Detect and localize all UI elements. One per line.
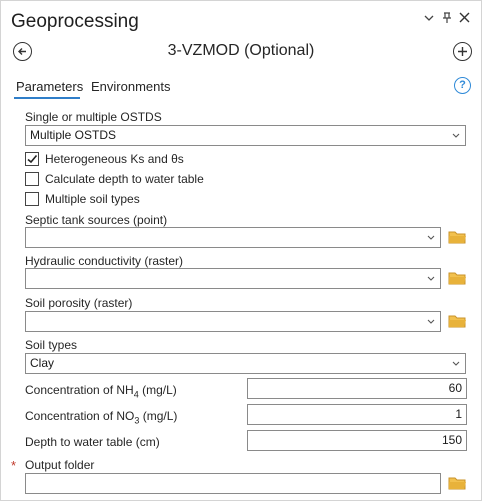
calculate-depth-label: Calculate depth to water table — [45, 172, 204, 186]
multiple-soil-label: Multiple soil types — [45, 192, 140, 206]
soil-types-dropdown[interactable]: Clay — [25, 353, 466, 374]
heterogeneous-checkbox[interactable] — [25, 152, 39, 166]
pin-icon[interactable] — [442, 12, 452, 27]
soil-types-value: Clay — [30, 356, 55, 370]
required-marker: * — [11, 458, 17, 473]
active-tab-indicator — [14, 97, 80, 99]
porosity-label: Soil porosity (raster) — [25, 296, 133, 310]
porosity-input[interactable] — [25, 311, 441, 332]
nh4-label: Concentration of NH4 (mg/L) — [25, 383, 177, 400]
add-icon[interactable] — [453, 42, 472, 61]
chevron-down-icon — [427, 228, 435, 254]
septic-label: Septic tank sources (point) — [25, 213, 168, 227]
nh4-input[interactable]: 60 — [247, 378, 467, 399]
pane-title: Geoprocessing — [11, 11, 139, 32]
septic-input[interactable] — [25, 227, 441, 248]
folder-icon[interactable] — [448, 271, 467, 286]
chevron-down-icon — [427, 269, 435, 295]
folder-icon[interactable] — [448, 230, 467, 245]
tab-parameters[interactable]: Parameters — [16, 79, 83, 94]
chevron-down-icon — [427, 312, 435, 338]
output-folder-label: Output folder — [25, 458, 95, 472]
no3-input[interactable]: 1 — [247, 404, 467, 425]
calculate-depth-checkbox[interactable] — [25, 172, 39, 186]
hydraulic-label: Hydraulic conductivity (raster) — [25, 254, 184, 268]
depth-input[interactable]: 150 — [247, 430, 467, 451]
chevron-down-icon — [452, 354, 460, 380]
tool-title: 3-VZMOD (Optional) — [167, 42, 315, 59]
multiple-soil-checkbox[interactable] — [25, 192, 39, 206]
folder-icon[interactable] — [448, 476, 467, 491]
heterogeneous-label: Heterogeneous Ks and θs — [45, 152, 184, 166]
pane-options-chevron-icon[interactable] — [424, 12, 434, 26]
output-folder-input[interactable] — [25, 473, 441, 494]
help-icon[interactable]: ? — [454, 77, 471, 94]
ostds-label: Single or multiple OSTDS — [25, 110, 162, 124]
close-icon[interactable] — [459, 12, 470, 26]
ostds-dropdown[interactable]: Multiple OSTDS — [25, 125, 466, 146]
ostds-value: Multiple OSTDS — [30, 128, 117, 142]
soil-types-label: Soil types — [25, 338, 78, 352]
geoprocessing-pane — [0, 0, 482, 501]
folder-icon[interactable] — [448, 314, 467, 329]
tab-environments[interactable]: Environments — [91, 79, 170, 94]
hydraulic-input[interactable] — [25, 268, 441, 289]
no3-label: Concentration of NO3 (mg/L) — [25, 409, 178, 426]
chevron-down-icon — [452, 126, 460, 152]
depth-label: Depth to water table (cm) — [25, 435, 160, 449]
